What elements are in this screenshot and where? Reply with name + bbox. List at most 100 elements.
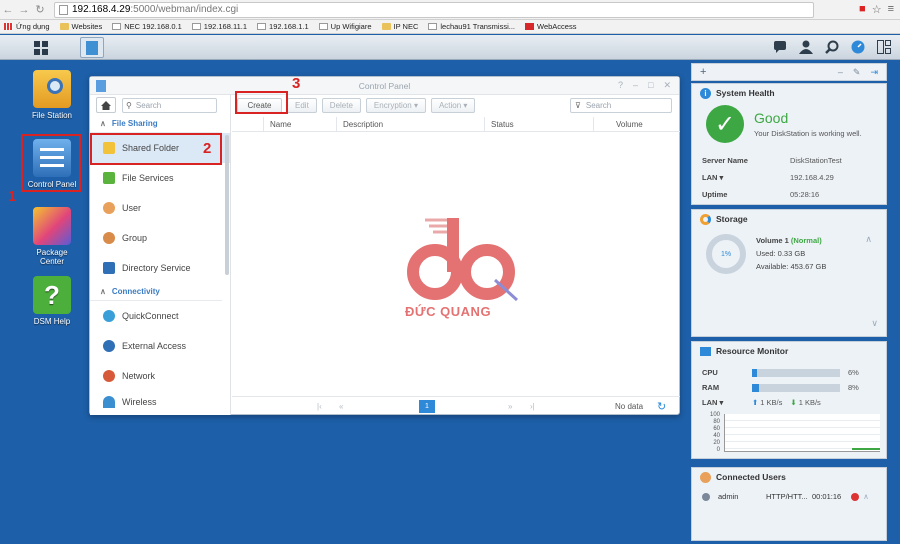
cpu-value: 6% — [848, 368, 859, 377]
sidebar-item-directory-service[interactable]: Directory Service — [90, 253, 230, 283]
minimize-icon[interactable]: – — [633, 80, 638, 91]
page-icon — [112, 23, 122, 30]
current-page[interactable]: 1 — [419, 400, 435, 413]
download-arrow-icon: ⬇ — [790, 398, 797, 407]
sidebar-item-file-services[interactable]: File Services — [90, 163, 230, 193]
maximize-icon[interactable]: □ — [648, 80, 653, 91]
column-name[interactable]: Name — [264, 117, 337, 132]
desktop-package-center[interactable]: Package Center — [20, 207, 84, 266]
column-description[interactable]: Description — [337, 117, 485, 132]
forward-icon[interactable]: → — [16, 4, 32, 16]
add-widget-icon[interactable]: + — [700, 66, 706, 78]
minimize-icon[interactable]: – — [838, 67, 843, 78]
section-connectivity[interactable]: ∧ Connectivity — [90, 283, 222, 301]
watermark-text: ĐỨC QUANG — [405, 304, 492, 319]
lan-dropdown[interactable]: LAN ▾ — [702, 398, 752, 407]
sidebar-item-quickconnect[interactable]: QuickConnect — [90, 301, 230, 331]
window-title: Control Panel — [358, 81, 411, 91]
bookmark-webaccess[interactable]: WebAccess — [525, 22, 576, 31]
chevron-up-icon[interactable]: ∧ — [863, 492, 869, 501]
column-select — [232, 117, 264, 132]
last-page-icon[interactable]: ›| — [530, 402, 535, 411]
home-button[interactable] — [96, 97, 116, 113]
storage-widget: Storage 1% Volume 1 (Normal) Used: 0.33 … — [691, 209, 887, 337]
sidebar-search-input[interactable]: ⚲ Search — [122, 97, 217, 113]
column-status[interactable]: Status — [485, 117, 594, 132]
bookmark-page[interactable]: 192.168.11.1 — [191, 22, 247, 31]
dsm-taskbar — [0, 35, 900, 60]
collapse-icon[interactable]: ⇥ — [870, 67, 878, 78]
desktop-file-station[interactable]: File Station — [20, 70, 84, 120]
dashboard-icon[interactable] — [850, 39, 866, 55]
desktop-dsm-help[interactable]: ? DSM Help — [20, 276, 84, 326]
lan-dropdown[interactable]: LAN ▾ — [702, 173, 790, 182]
apps-icon — [4, 23, 13, 30]
widget-title: System Health — [716, 88, 775, 98]
taskbar-control-panel[interactable] — [80, 37, 104, 58]
connected-user-time: 00:01:16 — [812, 492, 842, 501]
address-bar[interactable]: 192.168.4.29:5000/webman/index.cgi — [54, 1, 814, 18]
section-file-sharing[interactable]: ∧ File Sharing — [90, 115, 222, 133]
main-menu-button[interactable] — [0, 35, 82, 60]
file-station-icon — [33, 70, 71, 108]
bookmark-page[interactable]: 192.168.1.1 — [257, 22, 309, 31]
grid-icon — [34, 40, 48, 55]
sidebar-item-external-access[interactable]: External Access — [90, 331, 230, 361]
sidebar-item-group[interactable]: Group — [90, 223, 230, 253]
table-header: Name Description Status Volume — [232, 117, 680, 132]
next-page-icon[interactable]: » — [508, 402, 512, 411]
star-icon[interactable]: ☆ — [872, 3, 882, 16]
disconnect-icon[interactable] — [851, 492, 860, 501]
extension-icon[interactable]: ■ — [859, 3, 866, 16]
search-icon[interactable] — [824, 39, 840, 55]
user-icon[interactable] — [798, 39, 814, 55]
sidebar-item-wireless[interactable]: Wireless — [90, 391, 230, 413]
sidebar-item-network[interactable]: Network — [90, 361, 230, 391]
page-icon — [428, 23, 438, 30]
server-name-label: Server Name — [702, 156, 748, 165]
bookmark-page[interactable]: NEC 192.168.0.1 — [112, 22, 182, 31]
refresh-icon[interactable]: ↻ — [657, 400, 666, 413]
column-volume[interactable]: Volume — [594, 117, 664, 132]
pin-icon[interactable]: ✎ — [853, 67, 861, 78]
close-icon[interactable]: ✕ — [663, 80, 671, 91]
bookmark-apps[interactable]: Ứng dụng — [4, 22, 50, 31]
bookmark-folder[interactable]: IP NEC — [381, 22, 418, 31]
encryption-dropdown[interactable]: Encryption ▾ — [365, 97, 426, 113]
filter-search-input[interactable]: ⊽ Search — [570, 97, 672, 113]
first-page-icon[interactable]: |‹ — [317, 402, 322, 411]
y-tick: 80 — [713, 419, 720, 425]
server-name-value: DiskStationTest — [790, 156, 842, 165]
window-titlebar[interactable]: Control Panel ? – □ ✕ — [90, 77, 679, 95]
desktop-icon-label: Package Center — [36, 248, 68, 266]
action-dropdown[interactable]: Action ▾ — [430, 97, 476, 113]
volume-used: Used: 0.33 GB — [756, 249, 806, 258]
back-icon[interactable]: ← — [0, 4, 16, 16]
widget-title: Storage — [716, 214, 748, 224]
bookmark-page[interactable]: Up Wifigiare — [318, 22, 372, 31]
menu-icon[interactable]: ≡ — [888, 3, 894, 16]
reload-icon[interactable]: ↻ — [32, 3, 48, 16]
help-icon[interactable]: ? — [618, 80, 623, 91]
user-icon — [103, 202, 115, 214]
bookmark-page[interactable]: lechau91 Transmissi... — [428, 22, 515, 31]
system-health-widget: i System Health ✓ Good Your DiskStation i… — [691, 83, 887, 205]
chevron-down-icon[interactable]: ∨ — [871, 318, 878, 329]
ram-bar-fill — [752, 383, 760, 392]
edit-button[interactable]: Edit — [287, 97, 317, 113]
chevron-up-icon: ∧ — [100, 119, 106, 128]
delete-button[interactable]: Delete — [321, 97, 361, 113]
search-icon: ⚲ — [126, 100, 132, 110]
bookmarks-bar: Ứng dụng Websites NEC 192.168.0.1 192.16… — [0, 20, 900, 34]
chat-icon[interactable] — [772, 39, 788, 55]
ram-bar — [752, 383, 840, 392]
chevron-up-icon[interactable]: ∧ — [865, 234, 872, 274]
widgets-icon[interactable] — [876, 39, 892, 55]
prev-page-icon[interactable]: « — [339, 402, 343, 411]
toolbar: Create Edit Delete Encryption ▾ Action ▾… — [232, 95, 680, 115]
sidebar-scrollbar[interactable] — [225, 135, 229, 275]
bookmark-folder[interactable]: Websites — [59, 22, 102, 31]
sidebar-item-user[interactable]: User — [90, 193, 230, 223]
pagination-bar: |‹ « 1 » ›| No data ↻ — [232, 396, 680, 415]
y-tick: 100 — [709, 412, 720, 418]
